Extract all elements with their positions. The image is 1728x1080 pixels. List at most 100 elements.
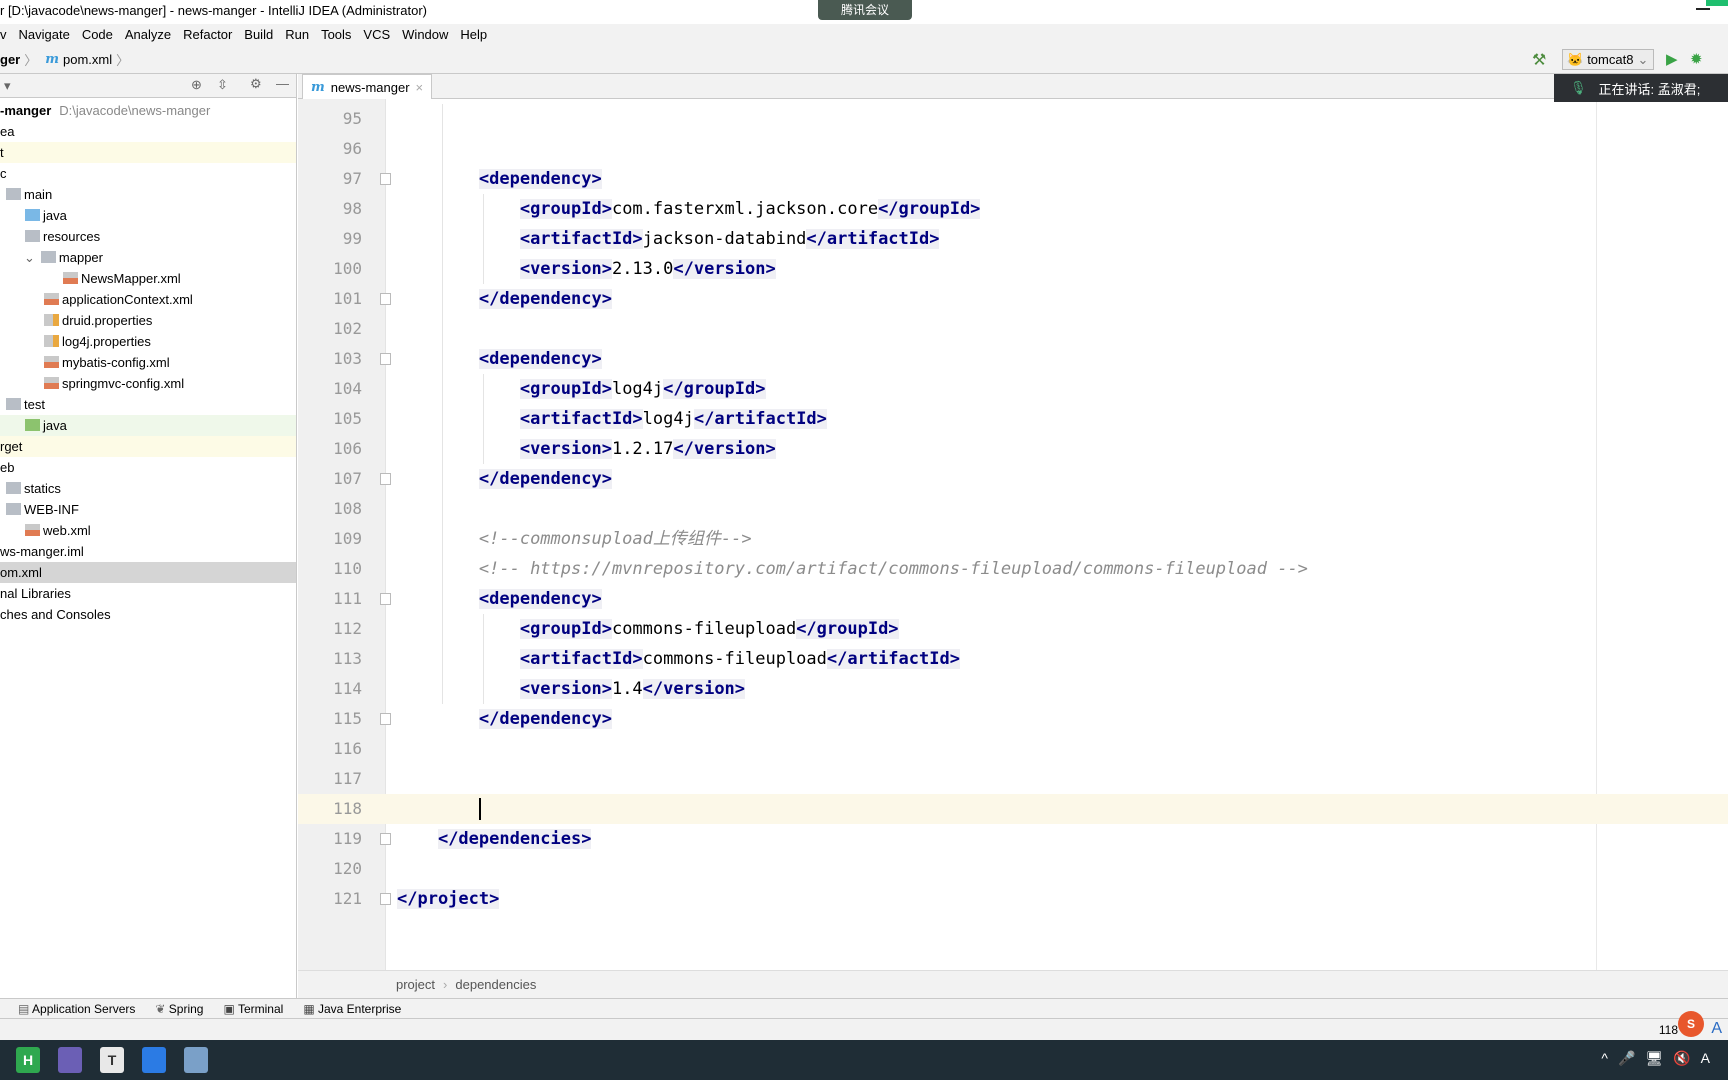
- breadcrumb-dependencies[interactable]: dependencies: [455, 977, 536, 992]
- fold-marker-icon[interactable]: [380, 833, 391, 845]
- tray-icon[interactable]: 🖥: [1645, 1050, 1663, 1067]
- menu-navigate[interactable]: Navigate: [19, 27, 70, 42]
- tree-item[interactable]: java: [0, 415, 296, 436]
- chevron-down-icon[interactable]: ⌄: [24, 250, 35, 265]
- code-line[interactable]: 114 <version>1.4</version>: [298, 674, 1728, 704]
- fold-marker-icon[interactable]: [380, 473, 391, 485]
- taskbar-app[interactable]: T: [100, 1047, 124, 1073]
- menu-tools[interactable]: Tools: [321, 27, 351, 42]
- code-line[interactable]: 117: [298, 764, 1728, 794]
- tree-item[interactable]: druid.properties: [0, 310, 296, 331]
- code-line[interactable]: 106 <version>1.2.17</version>: [298, 434, 1728, 464]
- tray-icon[interactable]: ^: [1601, 1050, 1608, 1067]
- tray-icon[interactable]: 🔇: [1673, 1050, 1690, 1067]
- code-line[interactable]: 107 </dependency>: [298, 464, 1728, 494]
- menu-analyze[interactable]: Analyze: [125, 27, 171, 42]
- code-line[interactable]: 121 </project>: [298, 884, 1728, 914]
- tree-item[interactable]: eb: [0, 457, 296, 478]
- tree-item[interactable]: ws-manger.iml: [0, 541, 296, 562]
- code-line[interactable]: 110 <!-- https://mvnrepository.com/artif…: [298, 554, 1728, 584]
- menu-v[interactable]: v: [0, 27, 7, 42]
- code-line[interactable]: 120: [298, 854, 1728, 884]
- tree-item[interactable]: ches and Consoles: [0, 604, 296, 625]
- code-line[interactable]: 95: [298, 104, 1728, 134]
- taskbar-app[interactable]: [58, 1047, 82, 1073]
- tree-item[interactable]: c: [0, 163, 296, 184]
- tree-item[interactable]: ea: [0, 121, 296, 142]
- code-line[interactable]: 101 </dependency>: [298, 284, 1728, 314]
- tab-news-manger[interactable]: m news-manger ×: [302, 74, 433, 99]
- tree-item[interactable]: rget: [0, 436, 296, 457]
- menu-help[interactable]: Help: [460, 27, 487, 42]
- tool-tab-terminal[interactable]: ▣ Terminal: [223, 1002, 283, 1016]
- nav-project[interactable]: ger: [0, 52, 20, 67]
- code-line[interactable]: 105 <artifactId>log4j</artifactId>: [298, 404, 1728, 434]
- tool-tab-application-servers[interactable]: ▤ Application Servers: [18, 1002, 135, 1016]
- tree-item[interactable]: springmvc-config.xml: [0, 373, 296, 394]
- tree-item[interactable]: main: [0, 184, 296, 205]
- taskbar-app[interactable]: H: [16, 1047, 40, 1073]
- tree-item[interactable]: applicationContext.xml: [0, 289, 296, 310]
- locate-icon[interactable]: ⊕: [191, 77, 202, 93]
- code-line[interactable]: 113 <artifactId>commons-fileupload</arti…: [298, 644, 1728, 674]
- tree-item[interactable]: om.xml: [0, 562, 296, 583]
- code-line[interactable]: 119 </dependencies>: [298, 824, 1728, 854]
- fold-marker-icon[interactable]: [380, 353, 391, 365]
- menu-vcs[interactable]: VCS: [363, 27, 390, 42]
- tree-item[interactable]: log4j.properties: [0, 331, 296, 352]
- code-line[interactable]: 112 <groupId>commons-fileupload</groupId…: [298, 614, 1728, 644]
- taskbar-app[interactable]: [184, 1047, 208, 1073]
- taskbar-app[interactable]: [142, 1047, 166, 1073]
- caret-position[interactable]: 118: [1659, 1023, 1678, 1037]
- run-config-select[interactable]: 🐱 tomcat8 ⌄: [1562, 49, 1654, 70]
- tree-item[interactable]: ⌄ mapper: [0, 247, 296, 268]
- menu-build[interactable]: Build: [244, 27, 273, 42]
- code-line[interactable]: 104 <groupId>log4j</groupId>: [298, 374, 1728, 404]
- hide-icon[interactable]: —: [276, 76, 289, 91]
- breadcrumb-project[interactable]: project: [396, 977, 435, 992]
- code-line[interactable]: 96: [298, 134, 1728, 164]
- bug-icon[interactable]: ✹: [1690, 50, 1703, 68]
- tool-tab-spring[interactable]: ❦ Spring: [155, 1002, 203, 1016]
- tree-item[interactable]: t: [0, 142, 296, 163]
- tree-item[interactable]: test: [0, 394, 296, 415]
- menu-refactor[interactable]: Refactor: [183, 27, 232, 42]
- fold-marker-icon[interactable]: [380, 893, 391, 905]
- tool-tab-java-enterprise[interactable]: ▦ Java Enterprise: [303, 1002, 401, 1016]
- tray-icon[interactable]: 🎤: [1618, 1050, 1635, 1067]
- tree-item[interactable]: nal Libraries: [0, 583, 296, 604]
- fold-marker-icon[interactable]: [380, 593, 391, 605]
- menu-run[interactable]: Run: [285, 27, 309, 42]
- nav-file[interactable]: pom.xml: [63, 52, 112, 67]
- code-line[interactable]: 109 <!--commonsupload上传组件-->: [298, 524, 1728, 554]
- tree-item[interactable]: web.xml: [0, 520, 296, 541]
- tray-icon[interactable]: A: [1701, 1050, 1710, 1067]
- play-icon[interactable]: ▶: [1666, 50, 1678, 68]
- code-line[interactable]: 103 <dependency>: [298, 344, 1728, 374]
- close-icon[interactable]: ×: [416, 80, 424, 95]
- code-line[interactable]: 115 </dependency>: [298, 704, 1728, 734]
- ime-mode[interactable]: A: [1711, 1020, 1722, 1038]
- fold-marker-icon[interactable]: [380, 713, 391, 725]
- meeting-badge[interactable]: 腾讯会议: [818, 0, 912, 20]
- tree-item[interactable]: mybatis-config.xml: [0, 352, 296, 373]
- code-line[interactable]: 111 <dependency>: [298, 584, 1728, 614]
- code-editor[interactable]: 95 96 97 <dependency> 98 <groupId>com.faste…: [298, 99, 1728, 970]
- tree-item[interactable]: -manger D:\javacode\news-manger: [0, 100, 296, 121]
- code-line[interactable]: 118: [298, 794, 1728, 824]
- fold-marker-icon[interactable]: [380, 173, 391, 185]
- hammer-icon[interactable]: ⚒: [1532, 50, 1546, 70]
- menu-code[interactable]: Code: [82, 27, 113, 42]
- tree-item[interactable]: statics: [0, 478, 296, 499]
- tree-item[interactable]: WEB-INF: [0, 499, 296, 520]
- gear-icon[interactable]: ⚙: [250, 76, 262, 92]
- collapse-icon[interactable]: ⇳: [217, 77, 228, 93]
- code-line[interactable]: 97 <dependency>: [298, 164, 1728, 194]
- code-line[interactable]: 116: [298, 734, 1728, 764]
- fold-marker-icon[interactable]: [380, 293, 391, 305]
- code-line[interactable]: 102: [298, 314, 1728, 344]
- code-line[interactable]: 98 <groupId>com.fasterxml.jackson.core</…: [298, 194, 1728, 224]
- menu-window[interactable]: Window: [402, 27, 448, 42]
- tree-item[interactable]: resources: [0, 226, 296, 247]
- code-line[interactable]: 108: [298, 494, 1728, 524]
